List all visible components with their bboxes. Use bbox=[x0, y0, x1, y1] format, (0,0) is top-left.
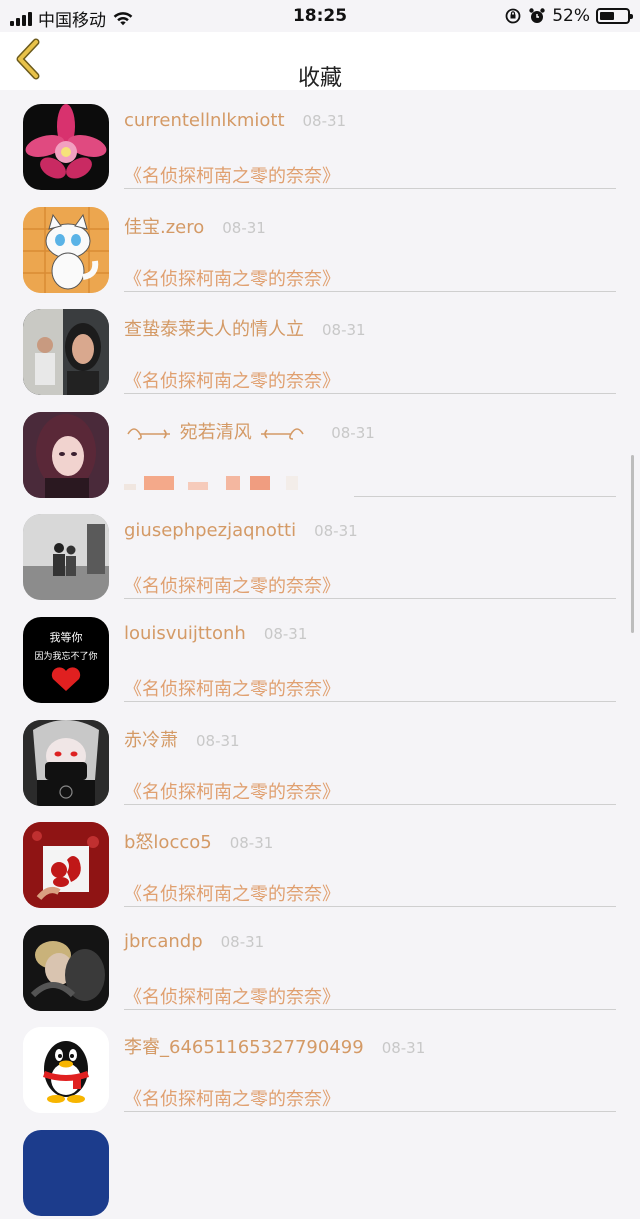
item-name: louisvuijttonh 08-31 bbox=[124, 622, 308, 644]
avatar[interactable] bbox=[23, 206, 109, 293]
item-subtitle: 《名侦探柯南之零的奈奈》 bbox=[124, 268, 340, 290]
list-item[interactable]: 查蛰泰莱夫人的情人立 08-31 《名侦探柯南之零的奈奈》 bbox=[0, 295, 640, 398]
cartoon-cat-icon bbox=[23, 206, 109, 293]
ornament-left-icon bbox=[127, 427, 170, 440]
nav-bar: 收藏 bbox=[0, 32, 640, 91]
avatar[interactable] bbox=[23, 104, 109, 190]
item-date: 08-31 bbox=[222, 218, 266, 237]
battery-icon bbox=[596, 8, 633, 24]
battery-percent: 52% bbox=[552, 6, 590, 26]
qq-penguin-icon bbox=[23, 1027, 109, 1114]
couple-photo-icon bbox=[23, 309, 109, 396]
divider bbox=[124, 188, 616, 189]
item-name: jbrcandp 08-31 bbox=[124, 930, 265, 952]
status-right: 52% bbox=[504, 6, 633, 26]
item-name: 宛若清风 08-31 bbox=[124, 418, 375, 444]
item-name: 李睿_64651165327790499 08-31 bbox=[124, 1037, 426, 1059]
heart-icon bbox=[51, 667, 81, 691]
item-date: 08-31 bbox=[263, 624, 308, 643]
item-subtitle: 《名侦探柯南之零的奈奈》 bbox=[124, 166, 340, 187]
list-item[interactable]: 宛若清风 08-31 bbox=[0, 398, 640, 501]
battery-fill bbox=[600, 12, 614, 20]
avatar[interactable] bbox=[23, 514, 109, 601]
item-date: 08-31 bbox=[220, 932, 265, 951]
orchid-flower-icon bbox=[25, 104, 107, 179]
item-date: 08-31 bbox=[331, 423, 375, 442]
item-subtitle: 《名侦探柯南之零的奈奈》 bbox=[124, 986, 340, 1008]
list-item[interactable]: 我等你 因为我忘不了你 louisvuijttonh 08-31 《名侦探柯南之零… bbox=[0, 603, 640, 706]
item-name: 赤冷萧 08-31 bbox=[124, 729, 240, 751]
ornament-right-icon bbox=[261, 427, 305, 440]
item-name: currentellnlkmiott 08-31 bbox=[124, 110, 347, 131]
item-subtitle: 《名侦探柯南之零的奈奈》 bbox=[124, 1089, 340, 1111]
list-item[interactable] bbox=[0, 1116, 640, 1219]
favorites-list: currentellnlkmiott 08-31 《名侦探柯南之零的奈奈》 佳宝.… bbox=[0, 90, 640, 1219]
item-subtitle: 《名侦探柯南之零的奈奈》 bbox=[124, 884, 340, 906]
avatar[interactable] bbox=[23, 1129, 109, 1216]
avatar[interactable] bbox=[23, 719, 109, 806]
couple-seaside-icon bbox=[23, 514, 109, 601]
avatar[interactable]: 我等你 因为我忘不了你 bbox=[23, 616, 109, 703]
divider bbox=[124, 700, 616, 702]
item-name: giuseph​pezjaqnotti 08-31 bbox=[124, 520, 358, 542]
divider bbox=[124, 803, 616, 805]
avatar[interactable] bbox=[23, 1027, 109, 1114]
item-date: 08-31 bbox=[229, 834, 274, 853]
dark-photo-icon bbox=[23, 924, 109, 1011]
list-item[interactable]: 李睿_64651165327790499 08-31 《名侦探柯南之零的奈奈》 bbox=[0, 1013, 640, 1116]
divider bbox=[124, 290, 616, 292]
list-item[interactable]: jbrcandp 08-31 《名侦探柯南之零的奈奈》 bbox=[0, 911, 640, 1014]
item-date: 08-31 bbox=[381, 1039, 426, 1058]
item-subtitle: 《名侦探柯南之零的奈奈》 bbox=[124, 781, 340, 803]
rotation-lock-icon bbox=[505, 8, 521, 24]
divider bbox=[124, 1008, 616, 1010]
item-name: 查蛰泰莱夫人的情人立 08-31 bbox=[124, 319, 366, 341]
list-item[interactable]: currentellnlkmiott 08-31 《名侦探柯南之零的奈奈》 bbox=[0, 90, 640, 193]
item-name: b怒locco5 08-31 bbox=[124, 832, 274, 854]
divider bbox=[124, 1111, 616, 1113]
avatar[interactable] bbox=[23, 411, 109, 498]
list-item[interactable]: giuseph​pezjaqnotti 08-31 《名侦探柯南之零的奈奈》 bbox=[0, 500, 640, 603]
list-item[interactable]: 赤冷萧 08-31 《名侦探柯南之零的奈奈》 bbox=[0, 706, 640, 809]
avatar[interactable] bbox=[23, 924, 109, 1011]
scrollbar[interactable] bbox=[631, 455, 634, 633]
list-item[interactable]: b怒locco5 08-31 《名侦探柯南之零的奈奈》 bbox=[0, 808, 640, 911]
list-item[interactable]: 佳宝.zero 08-31 《名侦探柯南之零的奈奈》 bbox=[0, 193, 640, 296]
item-subtitle: 《名侦探柯南之零的奈奈》 bbox=[124, 678, 340, 700]
item-subtitle: 《名侦探柯南之零的奈奈》 bbox=[124, 576, 340, 598]
item-subtitle: 《名侦探柯南之零的奈奈》 bbox=[124, 371, 340, 393]
divider bbox=[124, 906, 616, 908]
item-name: 佳宝.zero 08-31 bbox=[124, 216, 266, 238]
avatar[interactable] bbox=[23, 309, 109, 396]
divider bbox=[124, 393, 616, 395]
page-title: 收藏 bbox=[297, 66, 342, 91]
item-date: 08-31 bbox=[196, 731, 240, 750]
red-squirrel-icon bbox=[23, 822, 109, 909]
girl-portrait-icon bbox=[23, 411, 109, 498]
alarm-icon bbox=[529, 8, 545, 23]
divider bbox=[354, 495, 616, 497]
item-date: 08-31 bbox=[314, 522, 358, 541]
status-bar: 中国移动 18:25 52% bbox=[0, 0, 640, 32]
divider bbox=[124, 598, 616, 600]
item-date: 08-31 bbox=[302, 112, 347, 130]
avatar[interactable] bbox=[23, 822, 109, 909]
item-date: 08-31 bbox=[322, 321, 366, 340]
anime-masked-icon bbox=[23, 719, 109, 806]
